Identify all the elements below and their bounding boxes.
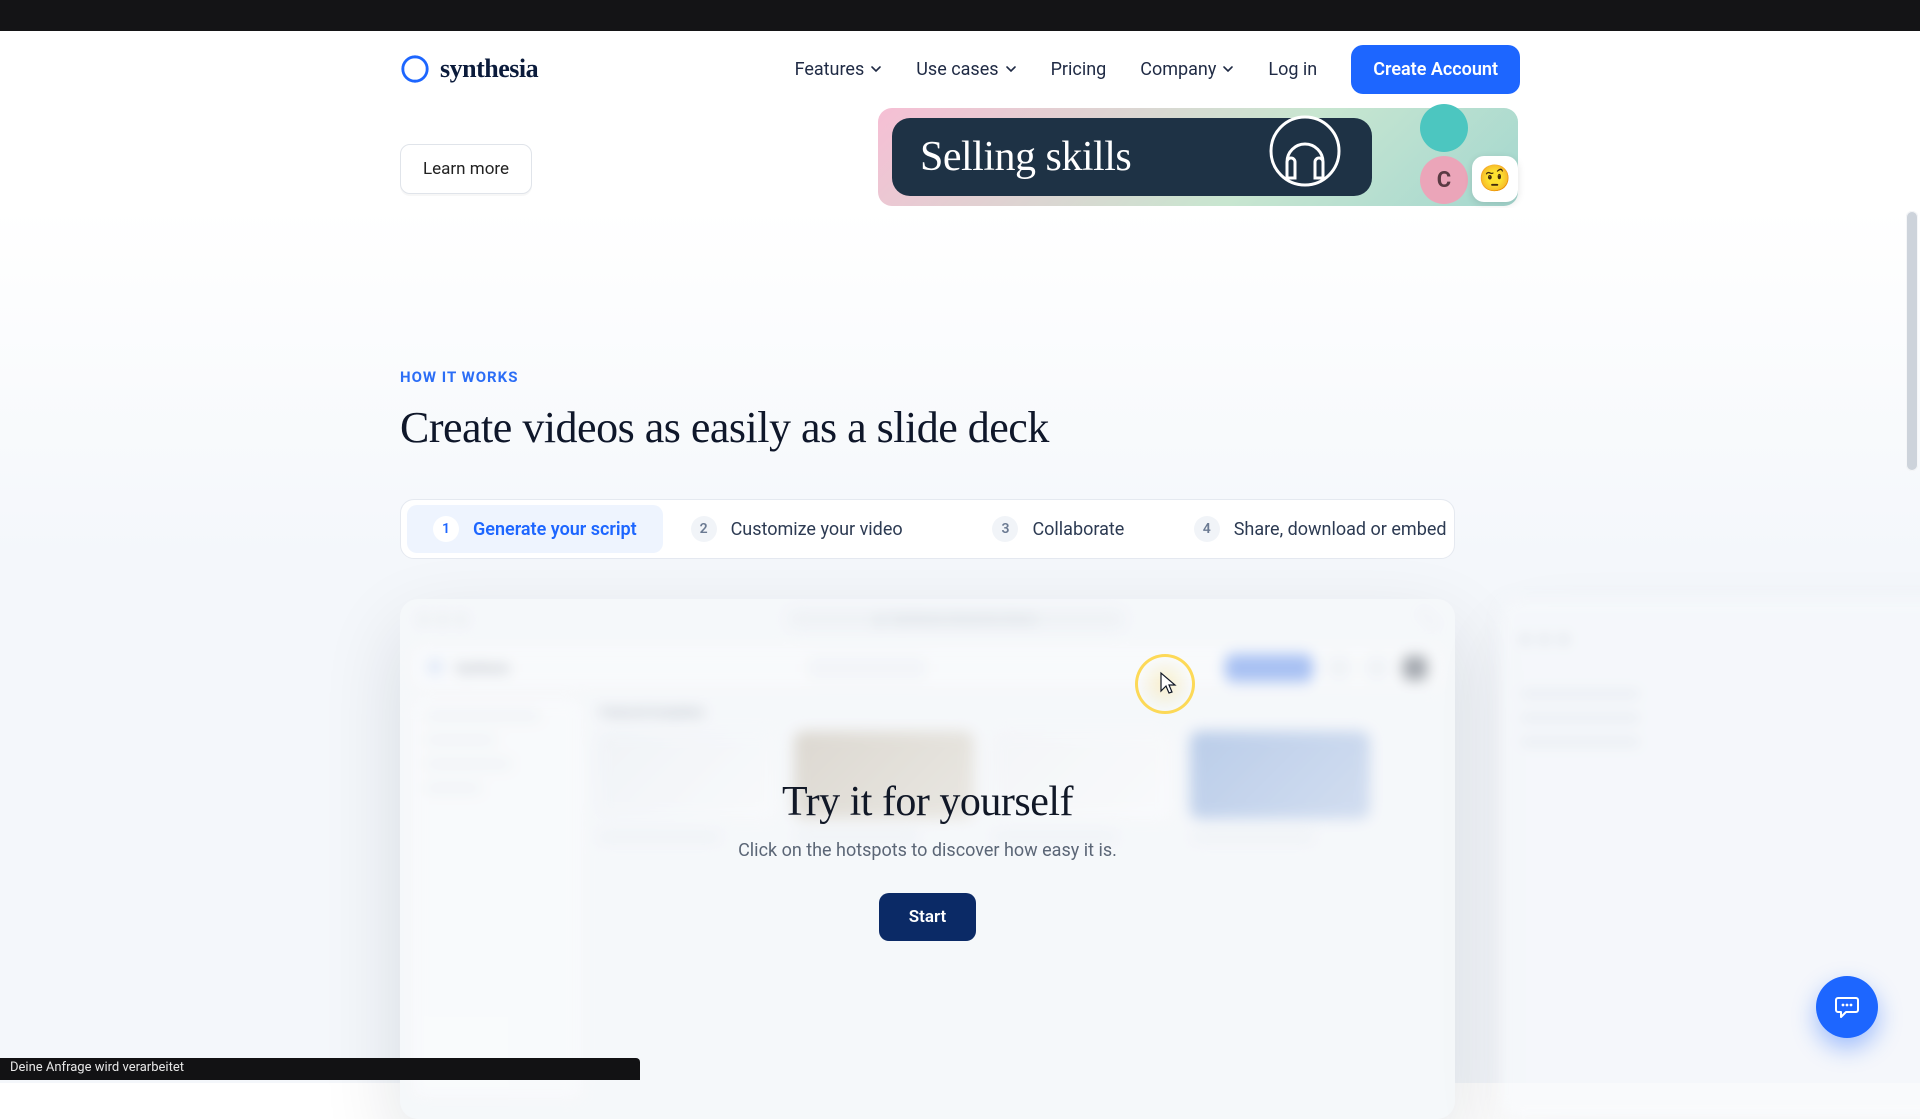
start-button[interactable]: Start [879,893,976,941]
nav-company-label: Company [1140,59,1216,80]
learn-more-button[interactable]: Learn more [400,144,532,194]
nav-company[interactable]: Company [1140,59,1234,80]
interactive-demo-wrap: Synthesia Interactive Demo Synthesia [400,599,1520,1119]
avatar-teal [1420,104,1468,152]
tab-label: Share, download or embed [1234,519,1447,540]
headphones-icon [1266,112,1344,190]
selling-skills-text: Selling skills [920,133,1131,181]
nav-use-cases-label: Use cases [916,59,998,80]
create-account-button[interactable]: Create Account [1351,45,1520,94]
page-scrollbar[interactable] [1906,31,1918,1080]
site-header: synthesia Features Use cases Pricing Com… [0,31,1920,108]
brand-name: synthesia [440,54,538,84]
tab-customize-video[interactable]: 2 Customize your video [669,505,925,553]
status-bar: Deine Anfrage wird verarbeitet [0,1058,640,1080]
nav-pricing[interactable]: Pricing [1051,59,1107,80]
window-top-strip [0,0,1920,31]
reaction-stack: C 🤨 [1386,108,1506,206]
emoji-reaction: 🤨 [1472,156,1518,202]
hero-residual: Learn more Selling skills C 🤨 [0,108,1920,208]
tab-collaborate[interactable]: 3 Collaborate [931,505,1187,553]
chevron-down-icon [1222,63,1234,75]
hotspot-ring[interactable] [1135,654,1195,714]
chevron-down-icon [870,63,882,75]
nav-features[interactable]: Features [795,59,883,80]
demo-window-next [1500,599,1920,1119]
overlay-title: Try it for yourself [782,778,1073,826]
overlay-subtitle: Click on the hotspots to discover how ea… [738,840,1117,861]
nav-use-cases[interactable]: Use cases [916,59,1016,80]
tab-number: 1 [433,516,459,542]
selling-skills-inner: Selling skills [892,118,1372,196]
steps-tabs: 1 Generate your script 2 Customize your … [400,499,1455,559]
chevron-down-icon [1005,63,1017,75]
how-it-works-section: HOW IT WORKS Create videos as easily as … [0,208,1920,1083]
nav-login[interactable]: Log in [1268,59,1317,80]
brand-logo-icon [400,54,430,84]
scrollbar-thumb[interactable] [1906,211,1918,471]
tab-number: 2 [691,516,717,542]
demo-overlay: Try it for yourself Click on the hotspot… [400,599,1455,1119]
chat-fab[interactable] [1816,976,1878,1038]
primary-nav: Features Use cases Pricing Company Log i… [795,45,1520,94]
section-title: Create videos as easily as a slide deck [400,402,1520,453]
tab-share[interactable]: 4 Share, download or embed [1192,505,1448,553]
avatar-c: C [1420,156,1468,204]
tab-label: Generate your script [473,519,637,540]
tab-number: 4 [1194,516,1220,542]
status-text: Deine Anfrage wird verarbeitet [10,1060,184,1075]
selling-skills-card: Selling skills C 🤨 [878,108,1518,206]
tab-generate-script[interactable]: 1 Generate your script [407,505,663,553]
tab-label: Collaborate [1032,519,1124,540]
section-eyebrow: HOW IT WORKS [400,368,1520,386]
brand-logo[interactable]: synthesia [400,54,538,84]
nav-features-label: Features [795,59,865,80]
tab-label: Customize your video [731,519,903,540]
tab-number: 3 [992,516,1018,542]
nav-pricing-label: Pricing [1051,59,1107,80]
chat-icon [1833,993,1861,1021]
demo-window[interactable]: Synthesia Interactive Demo Synthesia [400,599,1455,1119]
